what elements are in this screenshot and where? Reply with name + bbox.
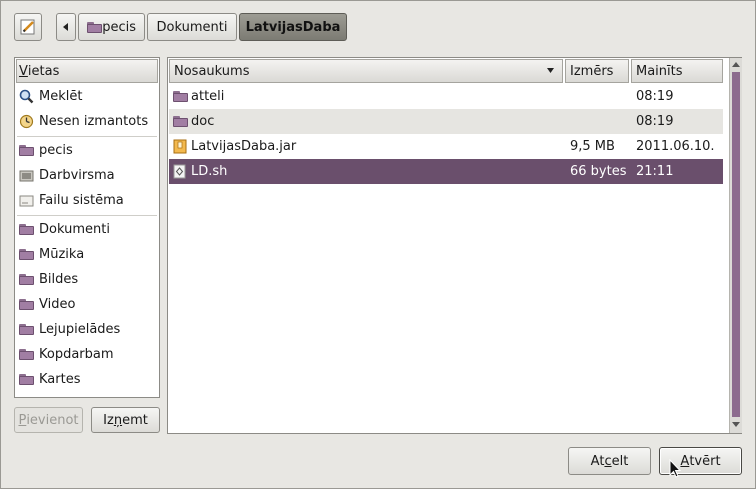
sidebar-item-recent[interactable]: Nesen izmantots <box>16 109 158 134</box>
folder-icon <box>18 324 34 335</box>
sidebar-item-label: Nesen izmantots <box>39 114 149 129</box>
cancel-label-b: elt <box>611 453 629 469</box>
edit-location-button[interactable] <box>14 13 42 41</box>
remove-label-a: Iz <box>103 412 114 428</box>
folder-icon <box>18 374 34 385</box>
crumb-label: LatvijasDaba <box>245 19 341 35</box>
file-name: atteli <box>191 89 225 104</box>
mouse-cursor-icon <box>669 459 681 478</box>
sidebar-header[interactable]: Vietas <box>16 59 158 83</box>
folder-icon <box>18 249 34 260</box>
pencil-icon <box>20 19 35 35</box>
column-header-modified[interactable]: Mainīts <box>631 59 723 83</box>
file-name: LD.sh <box>191 164 228 179</box>
sidebar-item-label: pecis <box>39 143 73 158</box>
column-header-name[interactable]: Nosaukums <box>169 59 563 83</box>
folder-icon <box>173 116 188 127</box>
folder-icon <box>173 91 188 102</box>
file-modified: 08:19 <box>636 114 674 129</box>
sidebar-item-label: Dokumenti <box>39 222 110 237</box>
sidebar-item-label: Kopdarbam <box>39 347 114 362</box>
sidebar-item-search[interactable]: Meklēt <box>16 84 158 109</box>
sidebar-item-video[interactable]: Video <box>16 292 158 317</box>
desktop-icon <box>19 170 33 182</box>
open-mnemonic: A <box>680 453 690 469</box>
sidebar-separator <box>17 215 157 216</box>
column-header-label: Nosaukums <box>174 63 250 79</box>
crumb-label: Dokumenti <box>156 19 228 35</box>
cancel-button[interactable]: At c elt <box>568 447 651 475</box>
folder-icon <box>18 274 34 285</box>
scroll-up-icon[interactable] <box>732 62 740 67</box>
file-name: doc <box>191 114 215 129</box>
folder-icon <box>18 224 34 235</box>
path-back-button[interactable] <box>56 13 76 41</box>
sidebar-item-label: Meklēt <box>39 89 83 104</box>
crumb-pecis[interactable]: pecis <box>78 13 145 41</box>
script-icon <box>173 164 186 179</box>
remove-mnemonic: ņ <box>113 412 123 428</box>
file-row[interactable]: atteli 08:19 <box>169 84 723 109</box>
file-row[interactable]: doc 08:19 <box>169 109 723 134</box>
add-label: ievienot <box>26 412 79 428</box>
file-name: LatvijasDaba.jar <box>191 139 297 154</box>
scroll-down-icon[interactable] <box>732 422 740 427</box>
open-label: tvērt <box>689 453 721 469</box>
crumb-latvijasdaba[interactable]: LatvijasDaba <box>239 13 347 41</box>
archive-icon <box>173 139 187 154</box>
file-size: 9,5 MB <box>570 139 615 154</box>
sidebar-item-muzika[interactable]: Mūzika <box>16 242 158 267</box>
file-modified: 08:19 <box>636 89 674 104</box>
scrollbar-thumb[interactable] <box>732 72 740 417</box>
sidebar-item-label: Video <box>39 297 76 312</box>
sidebar-separator <box>17 136 157 137</box>
chevron-left-icon <box>63 23 68 31</box>
file-list: Nosaukums Izmērs Mainīts atteli 08:19 do… <box>167 57 742 434</box>
sidebar-item-desktop[interactable]: Darbvirsma <box>16 163 158 188</box>
sidebar-item-dokumenti[interactable]: Dokumenti <box>16 217 158 242</box>
column-header-size[interactable]: Izmērs <box>565 59 629 83</box>
cancel-mnemonic: c <box>604 453 612 469</box>
places-sidebar: Vietas Meklēt Nesen izmantots pecis Darb… <box>14 57 160 398</box>
remove-label-b: emt <box>122 412 148 428</box>
add-bookmark-button[interactable]: Pievienot <box>14 407 83 433</box>
folder-icon <box>18 145 34 156</box>
sidebar-item-bildes[interactable]: Bildes <box>16 267 158 292</box>
crumb-dokumenti[interactable]: Dokumenti <box>147 13 237 41</box>
recent-icon <box>19 114 33 129</box>
drive-icon <box>19 195 33 207</box>
file-row[interactable]: LatvijasDaba.jar 9,5 MB 2011.06.10. <box>169 134 723 159</box>
sidebar-item-pecis[interactable]: pecis <box>16 138 158 163</box>
remove-bookmark-button[interactable]: Iz ņ emt <box>91 407 160 433</box>
sidebar-header-mnemonic: V <box>19 63 28 79</box>
crumb-label: pecis <box>102 19 136 35</box>
column-header-label: Mainīts <box>636 63 683 79</box>
folder-icon <box>18 349 34 360</box>
file-size: 66 bytes <box>570 164 627 179</box>
cancel-label-a: At <box>590 453 605 469</box>
sidebar-item-label: Bildes <box>39 272 79 287</box>
sidebar-item-filesystem[interactable]: Failu sistēma <box>16 188 158 213</box>
sidebar-item-kartes[interactable]: Kartes <box>16 367 158 392</box>
sort-down-icon <box>547 68 554 73</box>
vertical-scrollbar[interactable] <box>729 58 742 433</box>
sidebar-item-label: Kartes <box>39 372 81 387</box>
file-row-selected[interactable]: LD.sh 66 bytes 21:11 <box>169 159 723 184</box>
search-icon <box>19 89 33 104</box>
column-header-label: Izmērs <box>570 63 614 79</box>
sidebar-header-label: ietas <box>27 63 60 79</box>
file-modified: 2011.06.10. <box>636 139 715 154</box>
sidebar-item-label: Lejupielādes <box>39 322 121 337</box>
folder-icon <box>87 21 103 33</box>
sidebar-item-kopdarbam[interactable]: Kopdarbam <box>16 342 158 367</box>
sidebar-item-lejupielades[interactable]: Lejupielādes <box>16 317 158 342</box>
file-modified: 21:11 <box>636 164 674 179</box>
add-mnemonic: P <box>18 412 27 428</box>
sidebar-item-label: Darbvirsma <box>39 168 115 183</box>
folder-icon <box>18 299 34 310</box>
sidebar-item-label: Failu sistēma <box>39 193 124 208</box>
sidebar-item-label: Mūzika <box>39 247 85 262</box>
